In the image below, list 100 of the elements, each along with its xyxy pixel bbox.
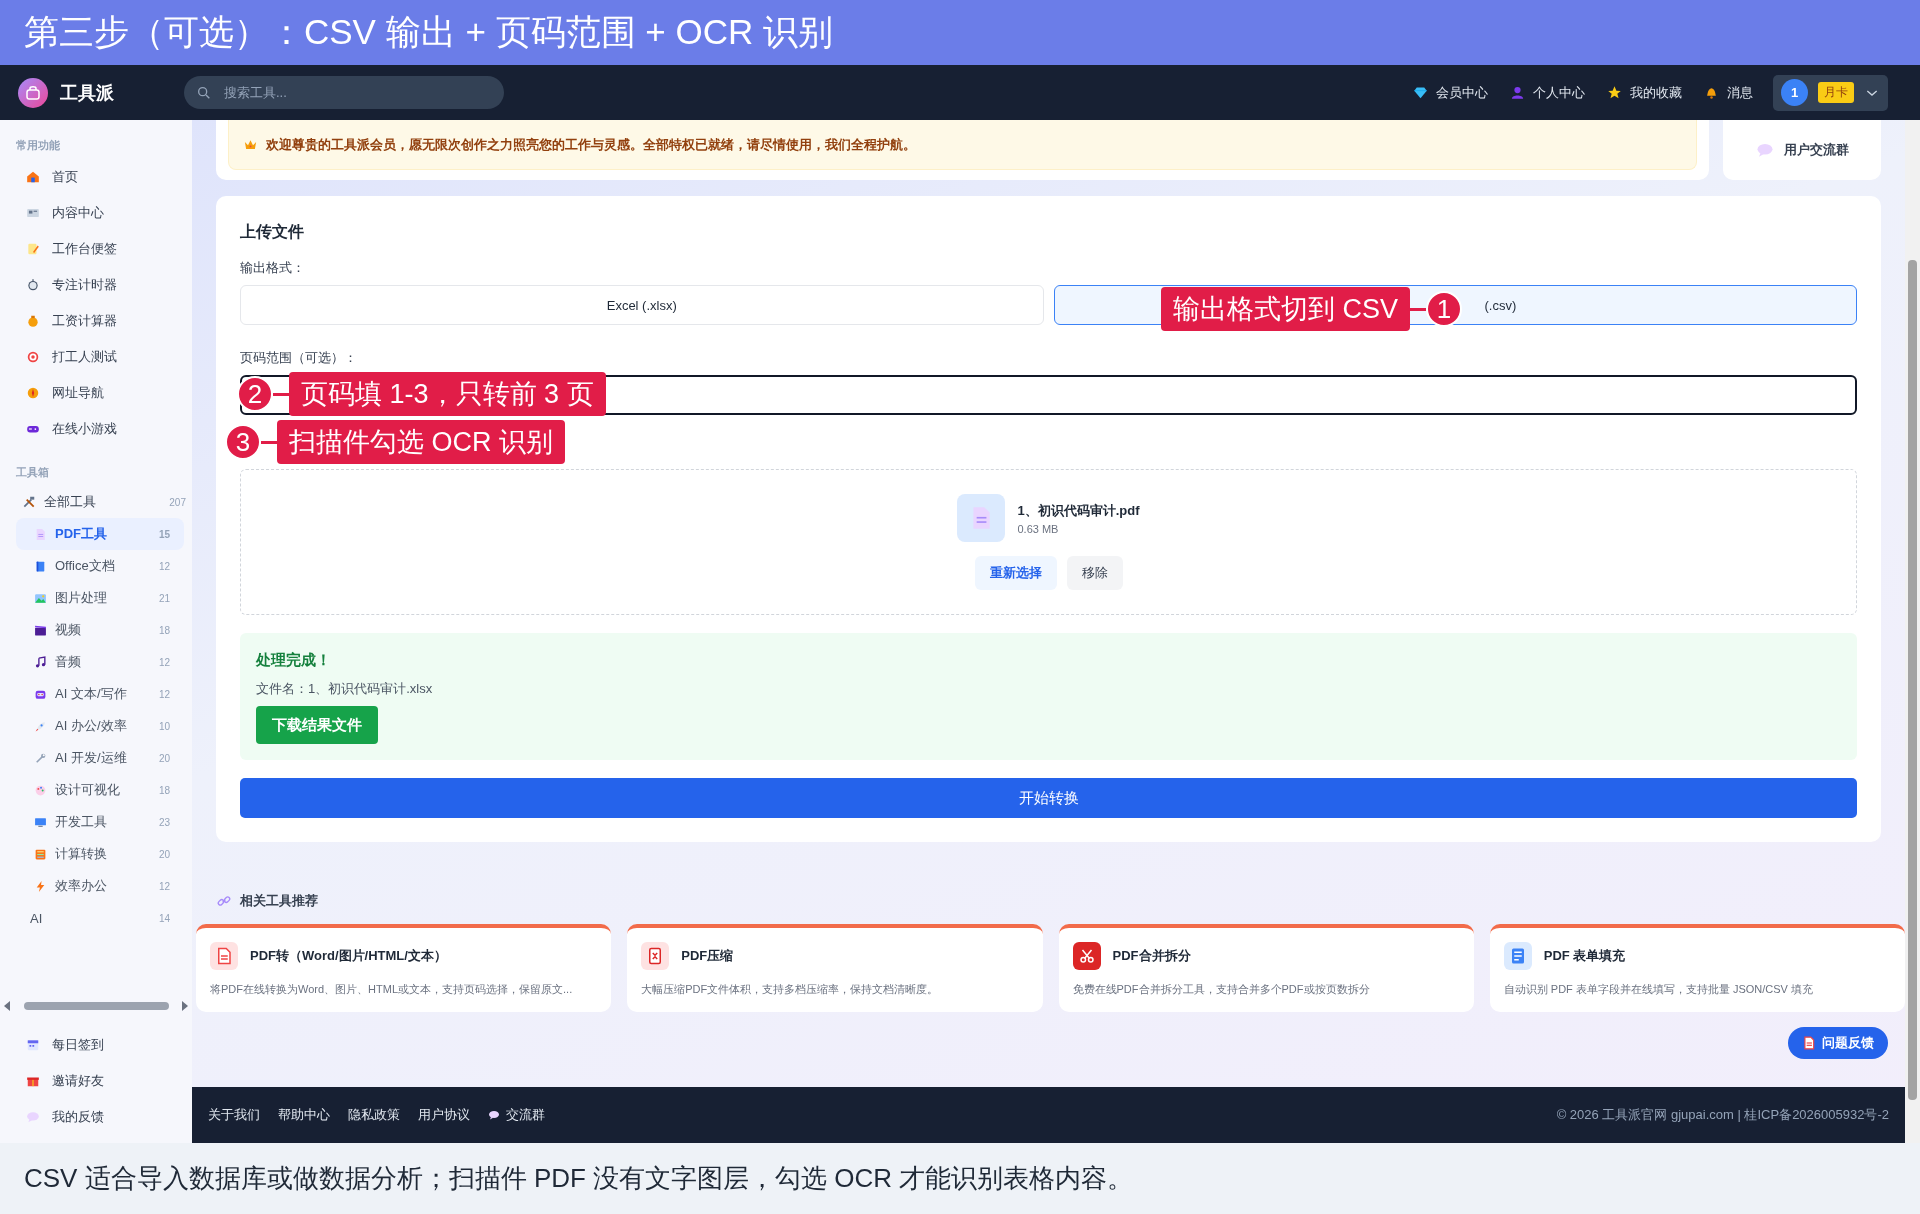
- sidebar-item[interactable]: 设计可视化 18: [16, 774, 184, 806]
- sidebar-item[interactable]: 视频 18: [16, 614, 184, 646]
- diamond-icon: [1413, 85, 1428, 100]
- sidebar-item[interactable]: AI 14: [16, 902, 184, 934]
- tool-card[interactable]: PDF合并拆分 免费在线PDF合并拆分工具，支持合并多个PDF或按页数拆分: [1058, 924, 1474, 1012]
- copyright-text: © 2026 工具派官网 gjupai.com | 桂ICP备2026005932号-2: [1556, 1106, 1889, 1124]
- format-option[interactable]: Excel (.xlsx): [240, 285, 1044, 325]
- sidebar-item[interactable]: Office文档 12: [16, 550, 184, 582]
- monitor-icon: [34, 815, 47, 829]
- field-label: 输出格式：: [240, 259, 306, 277]
- picture-icon: [34, 591, 47, 605]
- tool-card[interactable]: PDF转（Word/图片/HTML/文本） 将PDF在线转换为Word、图片、HTML或文本，支持页码选择，保留原文...: [196, 924, 612, 1012]
- star-icon: [1607, 85, 1622, 100]
- group-link[interactable]: 用户交流群: [1783, 141, 1849, 159]
- footer-link[interactable]: 用户协议: [418, 1106, 470, 1124]
- sidebar-item[interactable]: 内容中心: [0, 195, 192, 231]
- sidebar-item[interactable]: 在线小游戏: [0, 411, 192, 447]
- sidebar-item[interactable]: 专注计时器: [0, 267, 192, 303]
- sidebar-item[interactable]: 每日签到: [0, 1027, 192, 1063]
- sidebar-item[interactable]: 打工人测试: [0, 339, 192, 375]
- callout-tooltip: 页码填 1-3，只转前 3 页: [289, 372, 606, 416]
- book-icon: [34, 559, 47, 573]
- feedback-button[interactable]: 问题反馈: [1788, 1027, 1888, 1059]
- file-drop-zone[interactable]: 1、初识代码审计.pdf 0.63 MB 重新选择 移除: [240, 469, 1857, 615]
- section-heading: 工具箱: [15, 465, 50, 480]
- calendar-icon: [26, 1038, 40, 1052]
- vertical-scrollbar[interactable]: [1905, 120, 1920, 1143]
- tool-title: PDF 表单填充: [1543, 947, 1626, 965]
- sidebar-item[interactable]: 工资计算器: [0, 303, 192, 339]
- speech-bubble-icon: [26, 1110, 40, 1124]
- tool-description: 免费在线PDF合并拆分工具，支持合并多个PDF或按页数拆分: [1072, 982, 1371, 997]
- document-icon: [34, 527, 47, 541]
- user-menu[interactable]: 1 月卡: [1773, 74, 1888, 111]
- welcome-text: 欢迎尊贵的工具派会员，愿无限次创作之力照亮您的工作与灵感。全部特权已就绪，请尽情使用，我们全程护航。: [266, 135, 916, 154]
- logo-icon[interactable]: [18, 77, 48, 108]
- card-title: 上传文件: [240, 222, 305, 242]
- file-action-button[interactable]: 重新选择: [974, 556, 1057, 590]
- leader-line-tooltip: [261, 440, 277, 444]
- sidebar-item[interactable]: 邀请好友: [0, 1063, 192, 1099]
- nav-link[interactable]: 会员中心: [1413, 83, 1488, 102]
- sidebar-item[interactable]: PDF工具 15: [16, 518, 184, 550]
- step-title: 第三步（可选）：CSV 输出 + 页码范围 + OCR 识别: [24, 11, 833, 53]
- tool-description: 自动识别 PDF 表单字段并在线填写，支持批量 JSON/CSV 填充: [1503, 982, 1814, 997]
- callout-tooltip: 扫描件勾选 OCR 识别: [277, 420, 565, 464]
- crown-icon: [243, 137, 258, 152]
- sidebar-item[interactable]: 音频 12: [16, 646, 184, 678]
- sidebar-item[interactable]: AI 办公/效率 10: [16, 710, 184, 742]
- memo-icon: [26, 242, 40, 256]
- step-number-tooltip: 3: [225, 424, 261, 460]
- nav-link[interactable]: 消息: [1704, 83, 1753, 102]
- footer-link[interactable]: 帮助中心: [278, 1106, 330, 1124]
- footer-link[interactable]: 关于我们: [208, 1106, 260, 1124]
- person-icon: [1510, 85, 1525, 100]
- scissors-icon: [1077, 947, 1096, 965]
- sidebar-item[interactable]: 效率办公 12: [16, 870, 184, 902]
- tool-title: PDF压缩: [681, 947, 734, 965]
- sidebar-item[interactable]: AI 文本/写作 12: [16, 678, 184, 710]
- sidebar-item[interactable]: 图片处理 21: [16, 582, 184, 614]
- file-name: 1、初识代码审计.pdf: [1017, 501, 1140, 520]
- sidebar-item[interactable]: 计算转换 20: [16, 838, 184, 870]
- tool-description: 将PDF在线转换为Word、图片、HTML或文本，支持页码选择，保留原文...: [210, 982, 574, 997]
- tool-card[interactable]: PDF 表单填充 自动识别 PDF 表单字段并在线填写，支持批量 JSON/CSV 填充: [1489, 924, 1905, 1012]
- footer-link[interactable]: 交流群: [488, 1106, 545, 1124]
- sidebar-item[interactable]: 我的反馈: [0, 1099, 192, 1135]
- speech-bubble-icon: [1755, 141, 1774, 159]
- palette-icon: [34, 783, 47, 797]
- sidebar-item[interactable]: 工作台便签: [0, 231, 192, 267]
- result-filename: 文件名：1、初识代码审计.xlsx: [256, 680, 434, 698]
- start-button[interactable]: 开始转换: [240, 778, 1857, 818]
- file-size: 0.63 MB: [1017, 522, 1060, 535]
- sidebar-item[interactable]: 首页: [0, 159, 192, 195]
- sidebar-item[interactable]: AI 开发/运维 20: [16, 742, 184, 774]
- sidebar-item[interactable]: 网址导航: [0, 375, 192, 411]
- lightning-icon: [34, 879, 47, 893]
- tool-description: 大幅压缩PDF文件体积，支持多档压缩率，保持文档清晰度。: [641, 982, 940, 997]
- search-field[interactable]: 搜索工具...: [184, 76, 504, 109]
- section-title: 相关工具推荐: [240, 892, 318, 910]
- tool-title: PDF转（Word/图片/HTML/文本）: [250, 947, 447, 965]
- field-label: 页码范围（可选）：: [240, 349, 358, 367]
- sidebar-item[interactable]: 全部工具 207: [0, 486, 192, 518]
- result-title: 处理完成！: [256, 651, 332, 670]
- nav-link[interactable]: 我的收藏: [1607, 83, 1682, 102]
- link-icon: [216, 893, 232, 909]
- logo-text[interactable]: 工具派: [60, 80, 114, 105]
- file-action-button[interactable]: 移除: [1066, 556, 1123, 590]
- money-bag-icon: [26, 314, 40, 328]
- nav-link[interactable]: 个人中心: [1510, 83, 1585, 102]
- tool-card[interactable]: PDF压缩 大幅压缩PDF文件体积，支持多档压缩率，保持文档清晰度。: [627, 924, 1043, 1012]
- avatar: 1: [1781, 79, 1808, 106]
- pdf-document-icon: [1802, 1036, 1816, 1050]
- film-icon: [34, 623, 47, 637]
- search-icon: [196, 84, 212, 101]
- callout-tooltip: 输出格式切到 CSV: [1161, 287, 1411, 331]
- plan-badge: 月卡: [1818, 82, 1854, 103]
- section-heading: 常用功能: [15, 138, 61, 153]
- search-input[interactable]: 搜索工具...: [222, 84, 482, 101]
- sidebar-item[interactable]: 开发工具 23: [16, 806, 184, 838]
- music-note-icon: [34, 655, 47, 669]
- tool-title: PDF合并拆分: [1112, 947, 1191, 965]
- footer-link[interactable]: 隐私政策: [348, 1106, 400, 1124]
